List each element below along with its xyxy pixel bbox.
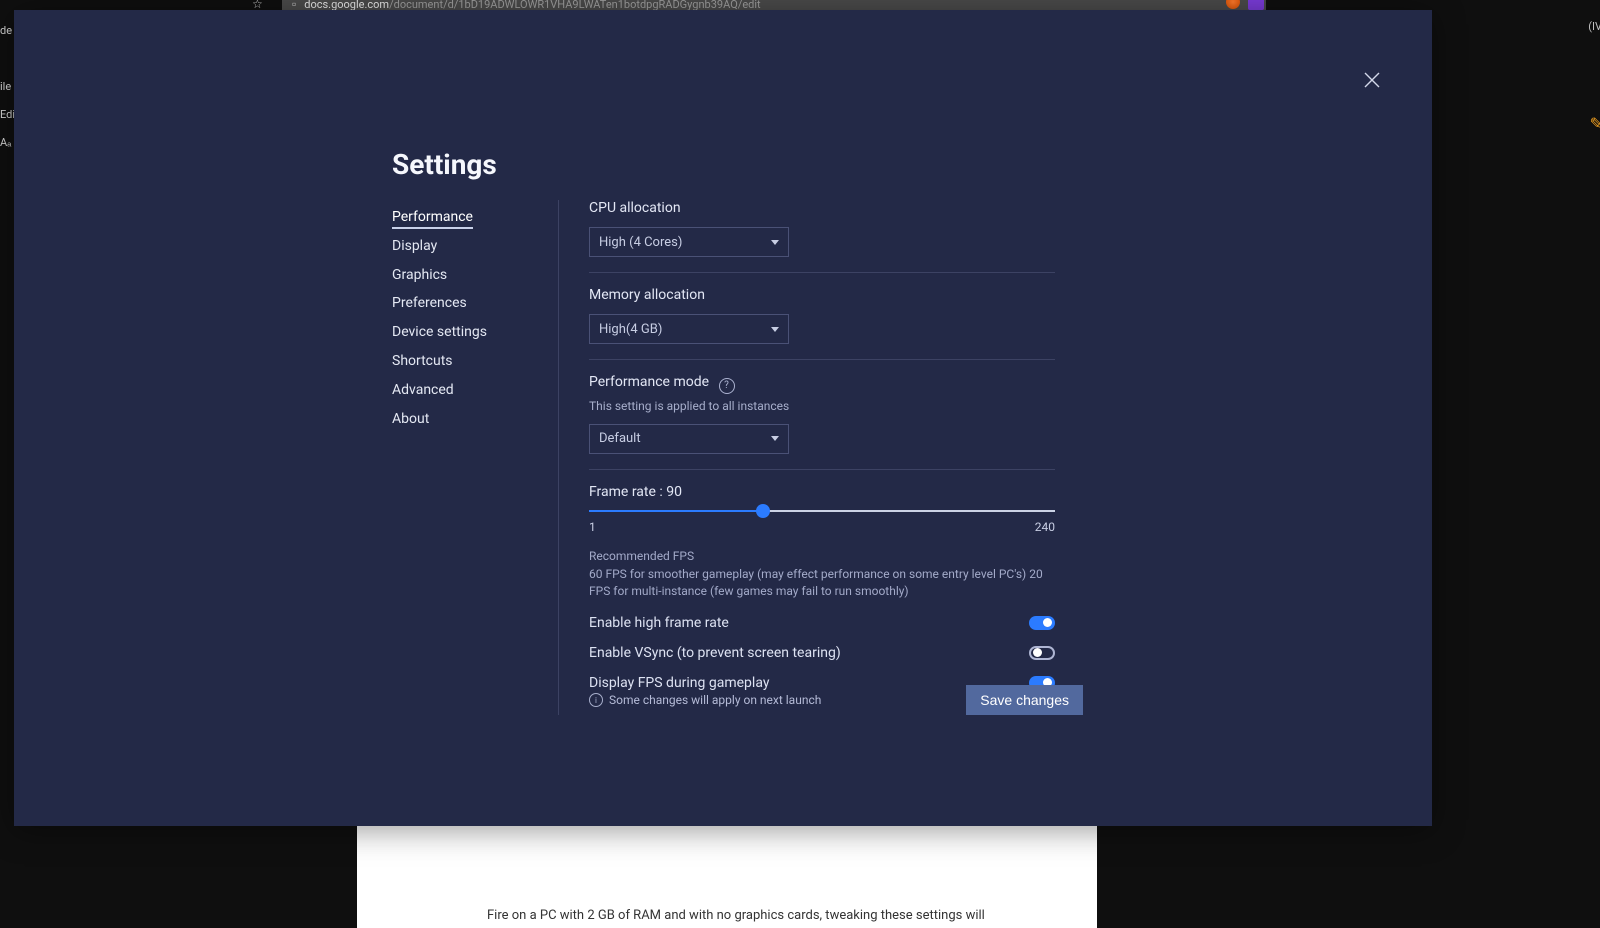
perf-mode-subtext: This setting is applied to all instances	[589, 399, 1055, 413]
slider-min: 1	[589, 520, 596, 534]
chevron-down-icon	[771, 436, 779, 441]
perf-mode-dropdown[interactable]: Default	[589, 424, 789, 454]
help-icon[interactable]: ?	[719, 378, 735, 394]
edit-pencil-icon[interactable]: ✎	[1590, 114, 1600, 133]
memory-dropdown-value: High(4 GB)	[599, 322, 662, 337]
sidebar-item-label: Shortcuts	[392, 353, 453, 369]
memory-section: Memory allocation High(4 GB)	[589, 287, 1055, 360]
slider-thumb[interactable]	[756, 504, 770, 518]
sidebar-item-label: Display	[392, 238, 437, 254]
settings-panel: CPU allocation High (4 Cores) Memory all…	[589, 200, 1055, 720]
memory-dropdown[interactable]: High(4 GB)	[589, 314, 789, 344]
background-fragment: (IV	[1588, 20, 1600, 33]
settings-sidebar: Performance Display Graphics Preferences Dev…	[392, 203, 552, 433]
sidebar-item-label: Performance	[392, 209, 473, 229]
background-page-fragment-left: de ile Edi Aₐ	[0, 16, 14, 156]
sidebar-item-advanced[interactable]: Advanced	[392, 376, 552, 405]
browser-extension-icon[interactable]	[1248, 0, 1264, 10]
settings-modal: Settings Performance Display Graphics Prefe…	[14, 10, 1432, 826]
page-title: Settings	[392, 148, 497, 181]
memory-label: Memory allocation	[589, 287, 1055, 303]
footer-row: i Some changes will apply on next launch…	[589, 685, 1083, 715]
cpu-section: CPU allocation High (4 Cores)	[589, 200, 1055, 273]
cpu-dropdown-value: High (4 Cores)	[599, 235, 682, 250]
toggle-row-vsync: Enable VSync (to prevent screen tearing)	[589, 645, 1055, 661]
perf-mode-section: Performance mode ? This setting is appli…	[589, 374, 1055, 470]
info-icon: i	[589, 693, 603, 707]
cpu-dropdown[interactable]: High (4 Cores)	[589, 227, 789, 257]
sidebar-item-about[interactable]: About	[392, 405, 552, 434]
divider	[558, 200, 559, 715]
high-frame-rate-toggle[interactable]	[1029, 616, 1055, 630]
footer-note: i Some changes will apply on next launch	[589, 693, 821, 707]
cpu-label: CPU allocation	[589, 200, 1055, 216]
sidebar-item-label: Device settings	[392, 324, 487, 340]
sidebar-item-label: About	[392, 411, 429, 427]
sidebar-item-performance[interactable]: Performance	[392, 203, 552, 232]
vsync-toggle[interactable]	[1029, 646, 1055, 660]
perf-mode-label: Performance mode ?	[589, 374, 1055, 394]
sidebar-item-display[interactable]: Display	[392, 232, 552, 261]
frame-rate-label: Frame rate : 90	[589, 484, 1055, 500]
fps-note: Recommended FPS 60 FPS for smoother game…	[589, 548, 1055, 601]
perf-mode-dropdown-value: Default	[599, 431, 641, 446]
background-document-text: Fire on a PC with 2 GB of RAM and with n…	[487, 908, 985, 923]
close-icon[interactable]	[1362, 70, 1382, 90]
sidebar-item-label: Graphics	[392, 267, 447, 283]
toggle-label: Enable VSync (to prevent screen tearing)	[589, 645, 841, 661]
toggle-label: Enable high frame rate	[589, 615, 729, 631]
sidebar-item-device-settings[interactable]: Device settings	[392, 318, 552, 347]
save-changes-button[interactable]: Save changes	[966, 685, 1083, 715]
sidebar-item-label: Preferences	[392, 295, 467, 311]
sidebar-item-preferences[interactable]: Preferences	[392, 289, 552, 318]
chevron-down-icon	[771, 327, 779, 332]
chevron-down-icon	[771, 240, 779, 245]
sidebar-item-label: Advanced	[392, 382, 454, 398]
slider-max: 240	[1035, 520, 1055, 534]
sidebar-item-shortcuts[interactable]: Shortcuts	[392, 347, 552, 376]
toggle-row-high-frame-rate: Enable high frame rate	[589, 615, 1055, 631]
frame-rate-section: Frame rate : 90 1 240 Recommended FPS 60…	[589, 484, 1055, 706]
frame-rate-slider[interactable]	[589, 510, 1055, 512]
sidebar-item-graphics[interactable]: Graphics	[392, 261, 552, 290]
